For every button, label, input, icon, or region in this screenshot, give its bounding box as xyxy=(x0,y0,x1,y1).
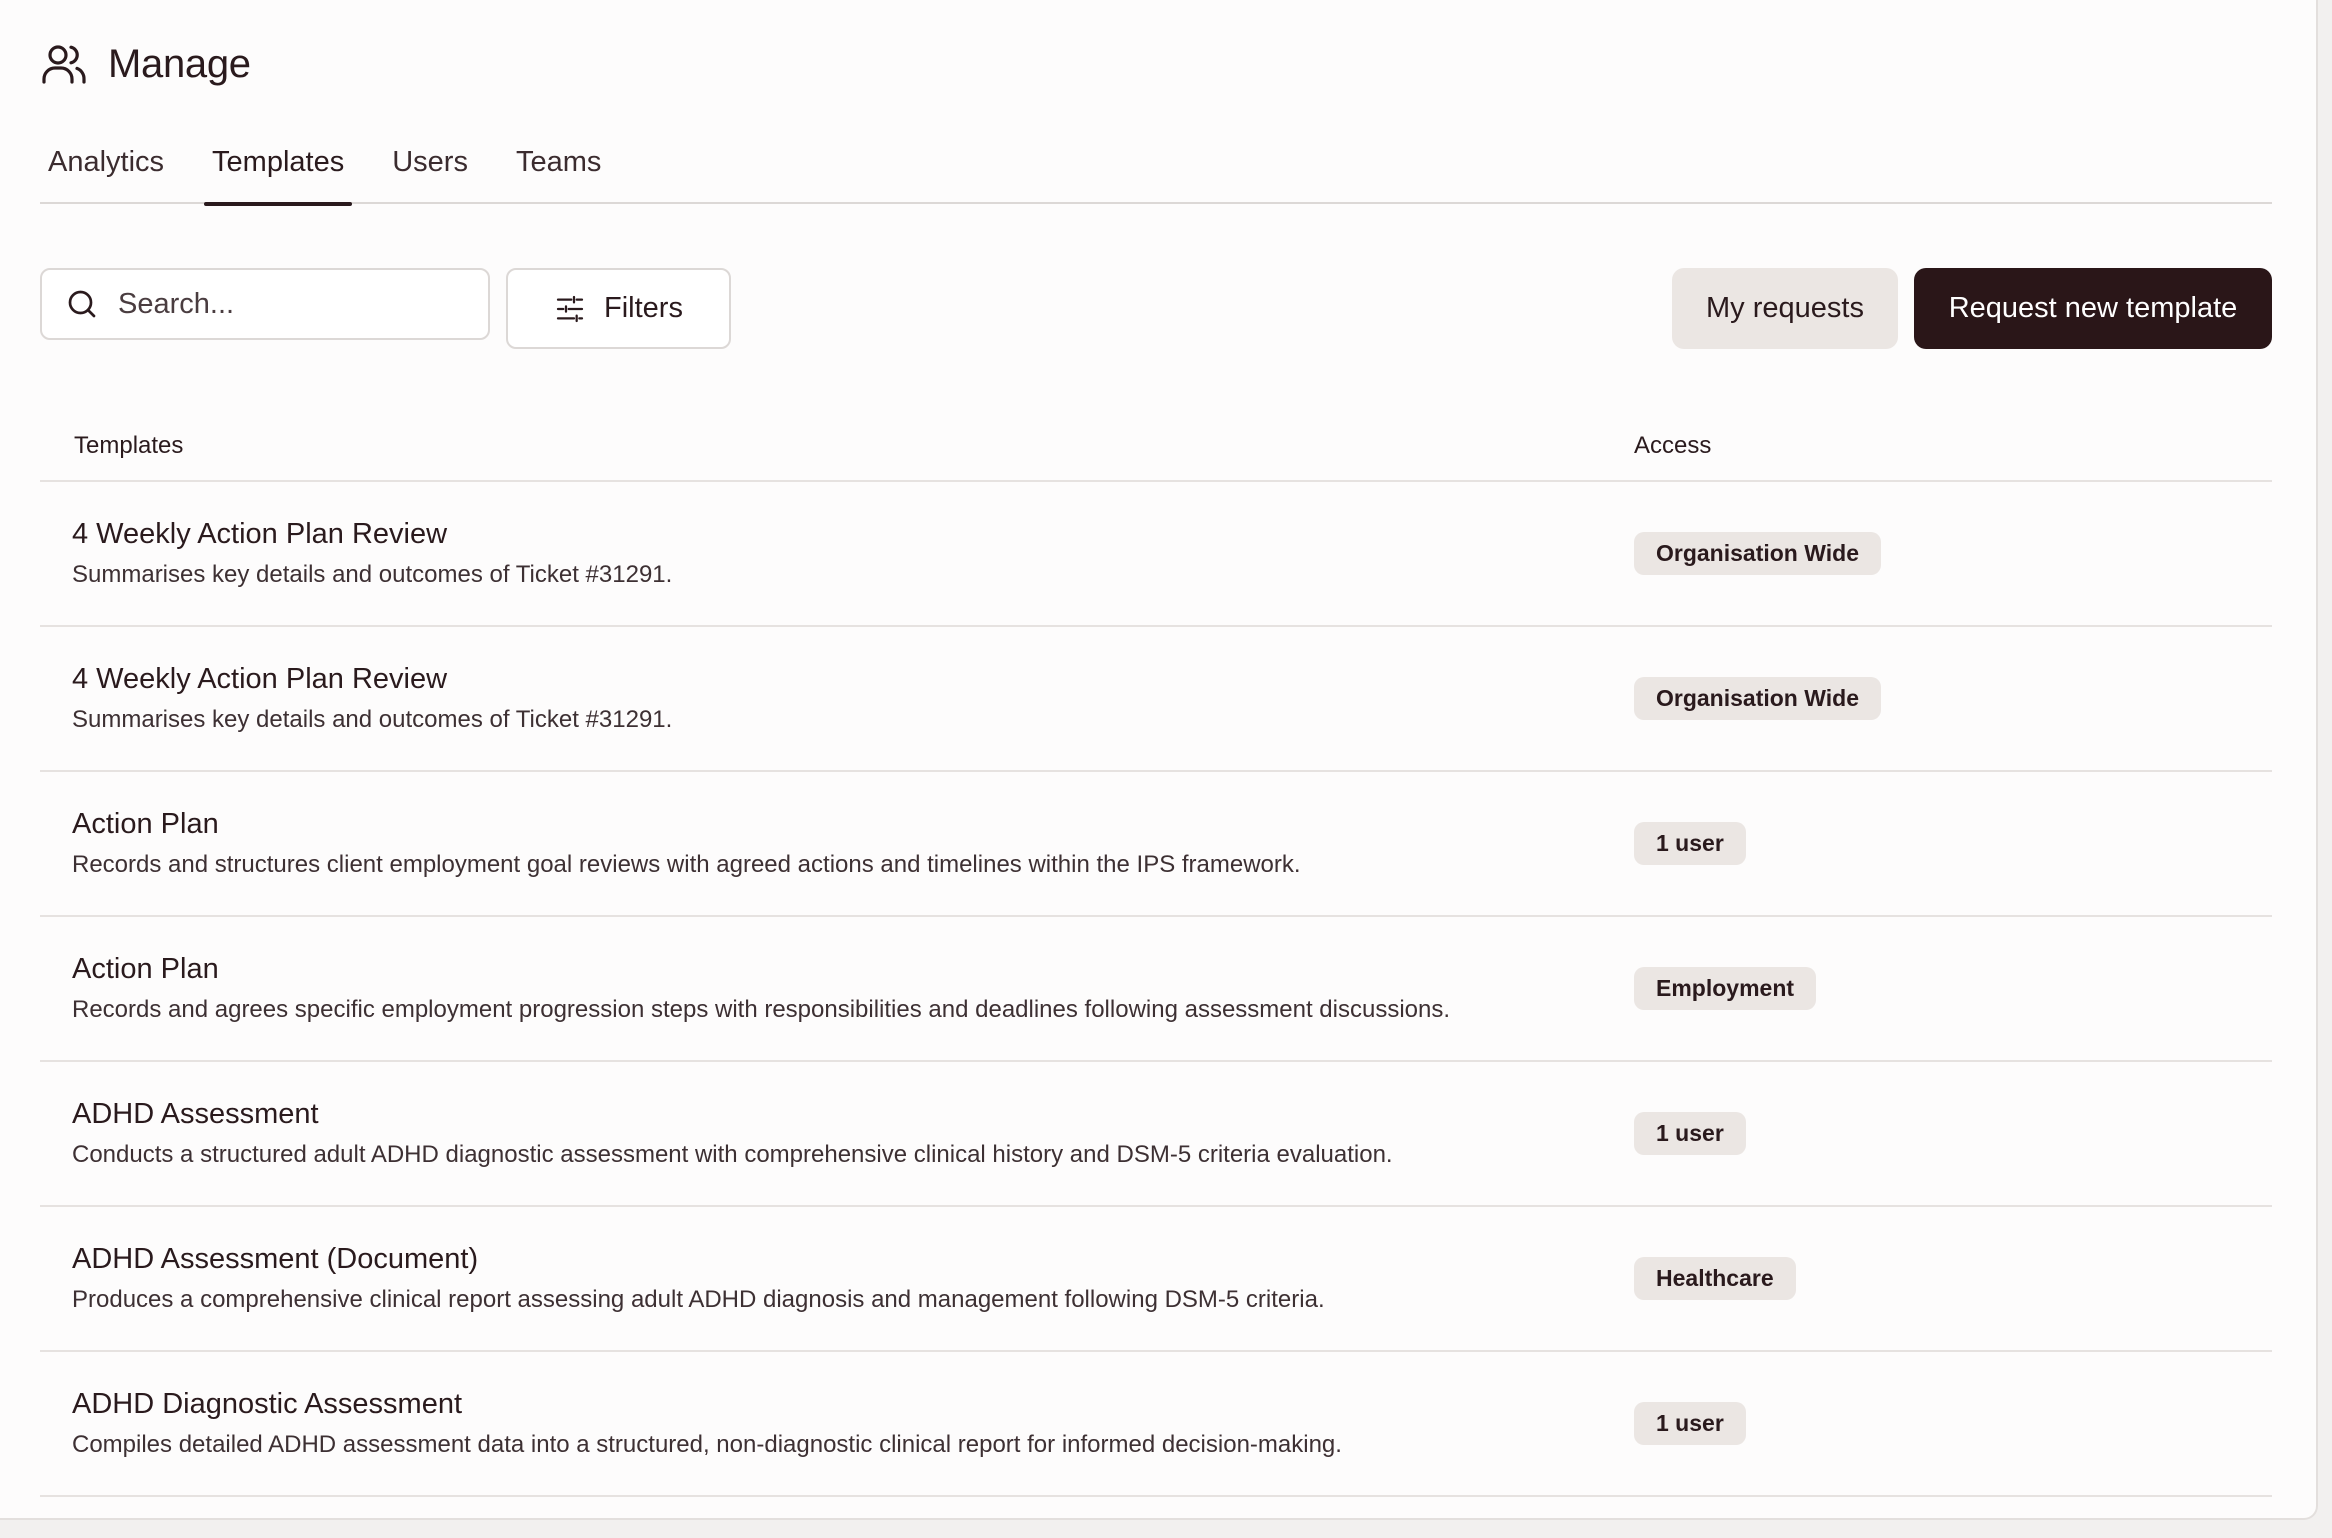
access-badge: 1 user xyxy=(1634,1402,1746,1445)
tab-teams[interactable]: Teams xyxy=(508,140,609,204)
access-badge: 1 user xyxy=(1634,1112,1746,1155)
manage-panel: Manage Analytics Templates Users Teams F… xyxy=(0,0,2318,1520)
table-row[interactable]: Action Plan Records and agrees specific … xyxy=(40,917,2272,1062)
template-name: ADHD Assessment xyxy=(72,1098,319,1130)
filters-label: Filters xyxy=(604,292,683,324)
access-badge: Organisation Wide xyxy=(1634,532,1881,575)
table-row[interactable]: ADHD Diagnostic Assessment Compiles deta… xyxy=(40,1352,2272,1497)
sliders-icon xyxy=(554,293,586,325)
tab-analytics[interactable]: Analytics xyxy=(40,140,172,204)
table-row[interactable]: Action Plan Records and structures clien… xyxy=(40,772,2272,917)
column-header-access: Access xyxy=(1634,432,1712,459)
search-icon xyxy=(64,286,100,322)
template-description: Summarises key details and outcomes of T… xyxy=(72,706,673,733)
table-row[interactable]: ADHD Assessment (Document) Produces a co… xyxy=(40,1207,2272,1352)
page-title: Manage xyxy=(108,41,251,86)
tab-templates[interactable]: Templates xyxy=(204,140,353,206)
users-icon xyxy=(40,40,88,88)
template-name: Action Plan xyxy=(72,953,219,985)
page-header: Manage xyxy=(40,40,251,88)
filters-button[interactable]: Filters xyxy=(506,268,731,349)
template-name: Action Plan xyxy=(72,808,219,840)
access-badge: Healthcare xyxy=(1634,1257,1796,1300)
template-description: Records and structures client employment… xyxy=(72,851,1301,878)
template-name: ADHD Assessment (Document) xyxy=(72,1243,479,1275)
request-new-template-button[interactable]: Request new template xyxy=(1914,268,2272,349)
table-header: Templates Access xyxy=(40,420,2272,482)
table-row[interactable]: 4 Weekly Action Plan Review Summarises k… xyxy=(40,627,2272,772)
my-requests-button[interactable]: My requests xyxy=(1672,268,1898,349)
access-badge: Organisation Wide xyxy=(1634,677,1881,720)
template-name: 4 Weekly Action Plan Review xyxy=(72,518,448,550)
table-row[interactable]: 4 Weekly Action Plan Review Summarises k… xyxy=(40,482,2272,627)
access-badge: Employment xyxy=(1634,967,1817,1010)
template-name: 4 Weekly Action Plan Review xyxy=(72,663,448,695)
template-description: Compiles detailed ADHD assessment data i… xyxy=(72,1431,1342,1458)
template-description: Summarises key details and outcomes of T… xyxy=(72,561,673,588)
template-name: ADHD Diagnostic Assessment xyxy=(72,1388,463,1420)
tab-users[interactable]: Users xyxy=(384,140,476,204)
search-box[interactable] xyxy=(40,268,490,340)
table-row[interactable]: ADHD Assessment Conducts a structured ad… xyxy=(40,1062,2272,1207)
tab-bar: Analytics Templates Users Teams xyxy=(40,140,2272,206)
search-input[interactable] xyxy=(118,287,458,321)
access-badge: 1 user xyxy=(1634,822,1746,865)
template-description: Conducts a structured adult ADHD diagnos… xyxy=(72,1141,1393,1168)
template-description: Records and agrees specific employment p… xyxy=(72,996,1451,1023)
template-description: Produces a comprehensive clinical report… xyxy=(72,1286,1325,1313)
templates-table: Templates Access 4 Weekly Action Plan Re… xyxy=(40,420,2272,1497)
column-header-templates: Templates xyxy=(74,432,184,459)
